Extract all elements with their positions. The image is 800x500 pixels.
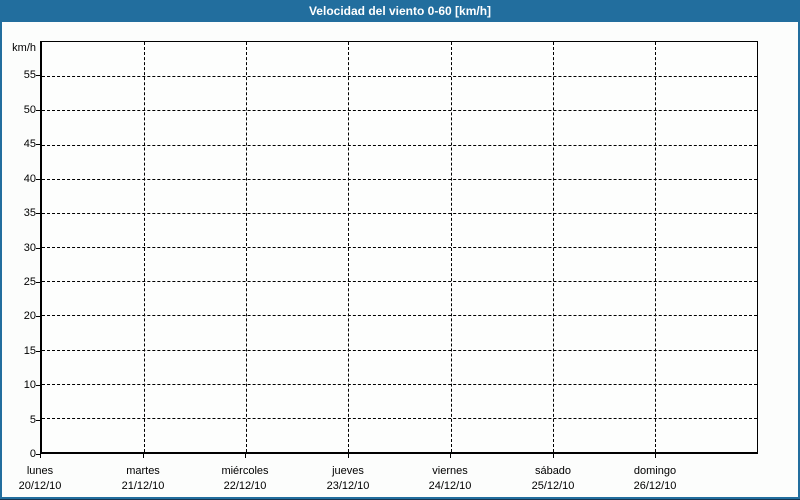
x-axis-day-name: viernes [432,465,468,477]
x-axis-date: 20/12/10 [18,480,62,492]
x-axis-day-name: martes [126,465,160,477]
x-axis-label-sábado: sábado 25/12/10 [502,464,604,494]
y-tick-mark-55 [36,75,40,76]
horizontal-gridline-25 [42,281,757,283]
y-tick-mark-50 [36,110,40,111]
x-tick-mark-jueves [348,454,349,458]
x-axis-date: 23/12/10 [326,480,370,492]
y-tick-label-10: 10 [23,379,36,391]
x-axis-day-name: jueves [332,465,364,477]
vertical-gridline-viernes [450,42,452,452]
chart-title: Velocidad del viento 0-60 [km/h] [308,4,492,18]
x-tick-mark-domingo [655,454,656,458]
y-tick-label-40: 40 [23,173,36,185]
vertical-gridline-domingo [654,42,656,452]
vertical-gridline-sábado [552,42,554,452]
y-tick-mark-40 [36,179,40,180]
x-axis-day-name: miércoles [221,465,269,477]
x-axis-date: 26/12/10 [633,480,677,492]
y-tick-label-25: 25 [23,276,36,288]
x-axis-day-name: sábado [534,465,572,477]
x-axis-label-miércoles: miércoles 22/12/10 [194,464,296,494]
horizontal-gridline-5 [42,417,757,419]
y-tick-mark-30 [36,248,40,249]
x-tick-mark-martes [143,454,144,458]
x-axis-label-jueves: jueves 23/12/10 [297,464,399,494]
x-axis-date: 21/12/10 [121,480,165,492]
x-axis-date: 25/12/10 [531,480,575,492]
x-axis-date: 22/12/10 [223,480,267,492]
y-tick-mark-20 [36,316,40,317]
horizontal-gridline-55 [42,76,757,78]
x-axis-label-viernes: viernes 24/12/10 [399,464,501,494]
y-tick-mark-5 [36,420,40,421]
y-tick-label-5: 5 [29,414,36,426]
chart-title-bar: Velocidad del viento 0-60 [km/h] [0,0,800,22]
horizontal-gridline-30 [42,247,757,248]
vertical-gridline-martes [144,42,146,452]
y-tick-label-55: 55 [23,69,36,81]
y-tick-mark-10 [36,385,40,386]
x-tick-mark-viernes [450,454,451,458]
horizontal-gridline-10 [42,383,757,385]
y-tick-mark-45 [36,144,40,145]
x-axis-label-lunes: lunes 20/12/10 [0,464,91,494]
y-tick-label-15: 15 [23,345,36,357]
y-tick-mark-15 [36,351,40,352]
y-tick-mark-25 [36,282,40,283]
x-tick-mark-miércoles [245,454,246,458]
wind-speed-chart-window: Velocidad del viento 0-60 [km/h] km/h 0 5… [0,0,800,500]
y-tick-mark-35 [36,213,40,214]
horizontal-gridline-50 [42,110,757,112]
y-axis-unit-label: km/h [12,42,36,54]
horizontal-gridline-20 [42,315,757,317]
horizontal-gridline-45 [42,144,757,146]
y-tick-label-45: 45 [23,138,36,150]
horizontal-gridline-35 [42,212,757,214]
vertical-gridline-jueves [348,42,350,452]
x-axis-date: 24/12/10 [428,480,472,492]
x-axis-day-name: domingo [633,465,677,477]
y-tick-label-20: 20 [23,310,36,322]
horizontal-gridline-15 [42,349,757,351]
vertical-gridline-miércoles [246,42,248,452]
x-axis-label-domingo: domingo 26/12/10 [604,464,706,494]
y-tick-label-30: 30 [23,242,36,254]
horizontal-gridline-40 [42,178,757,180]
x-axis-day-name: lunes [26,465,54,477]
y-tick-label-0: 0 [29,448,36,460]
y-tick-label-50: 50 [23,104,36,116]
x-axis-label-martes: martes 21/12/10 [92,464,194,494]
plot-area [40,41,758,454]
x-tick-mark-lunes [40,454,41,458]
y-tick-label-35: 35 [23,207,36,219]
x-tick-mark-sábado [553,454,554,458]
